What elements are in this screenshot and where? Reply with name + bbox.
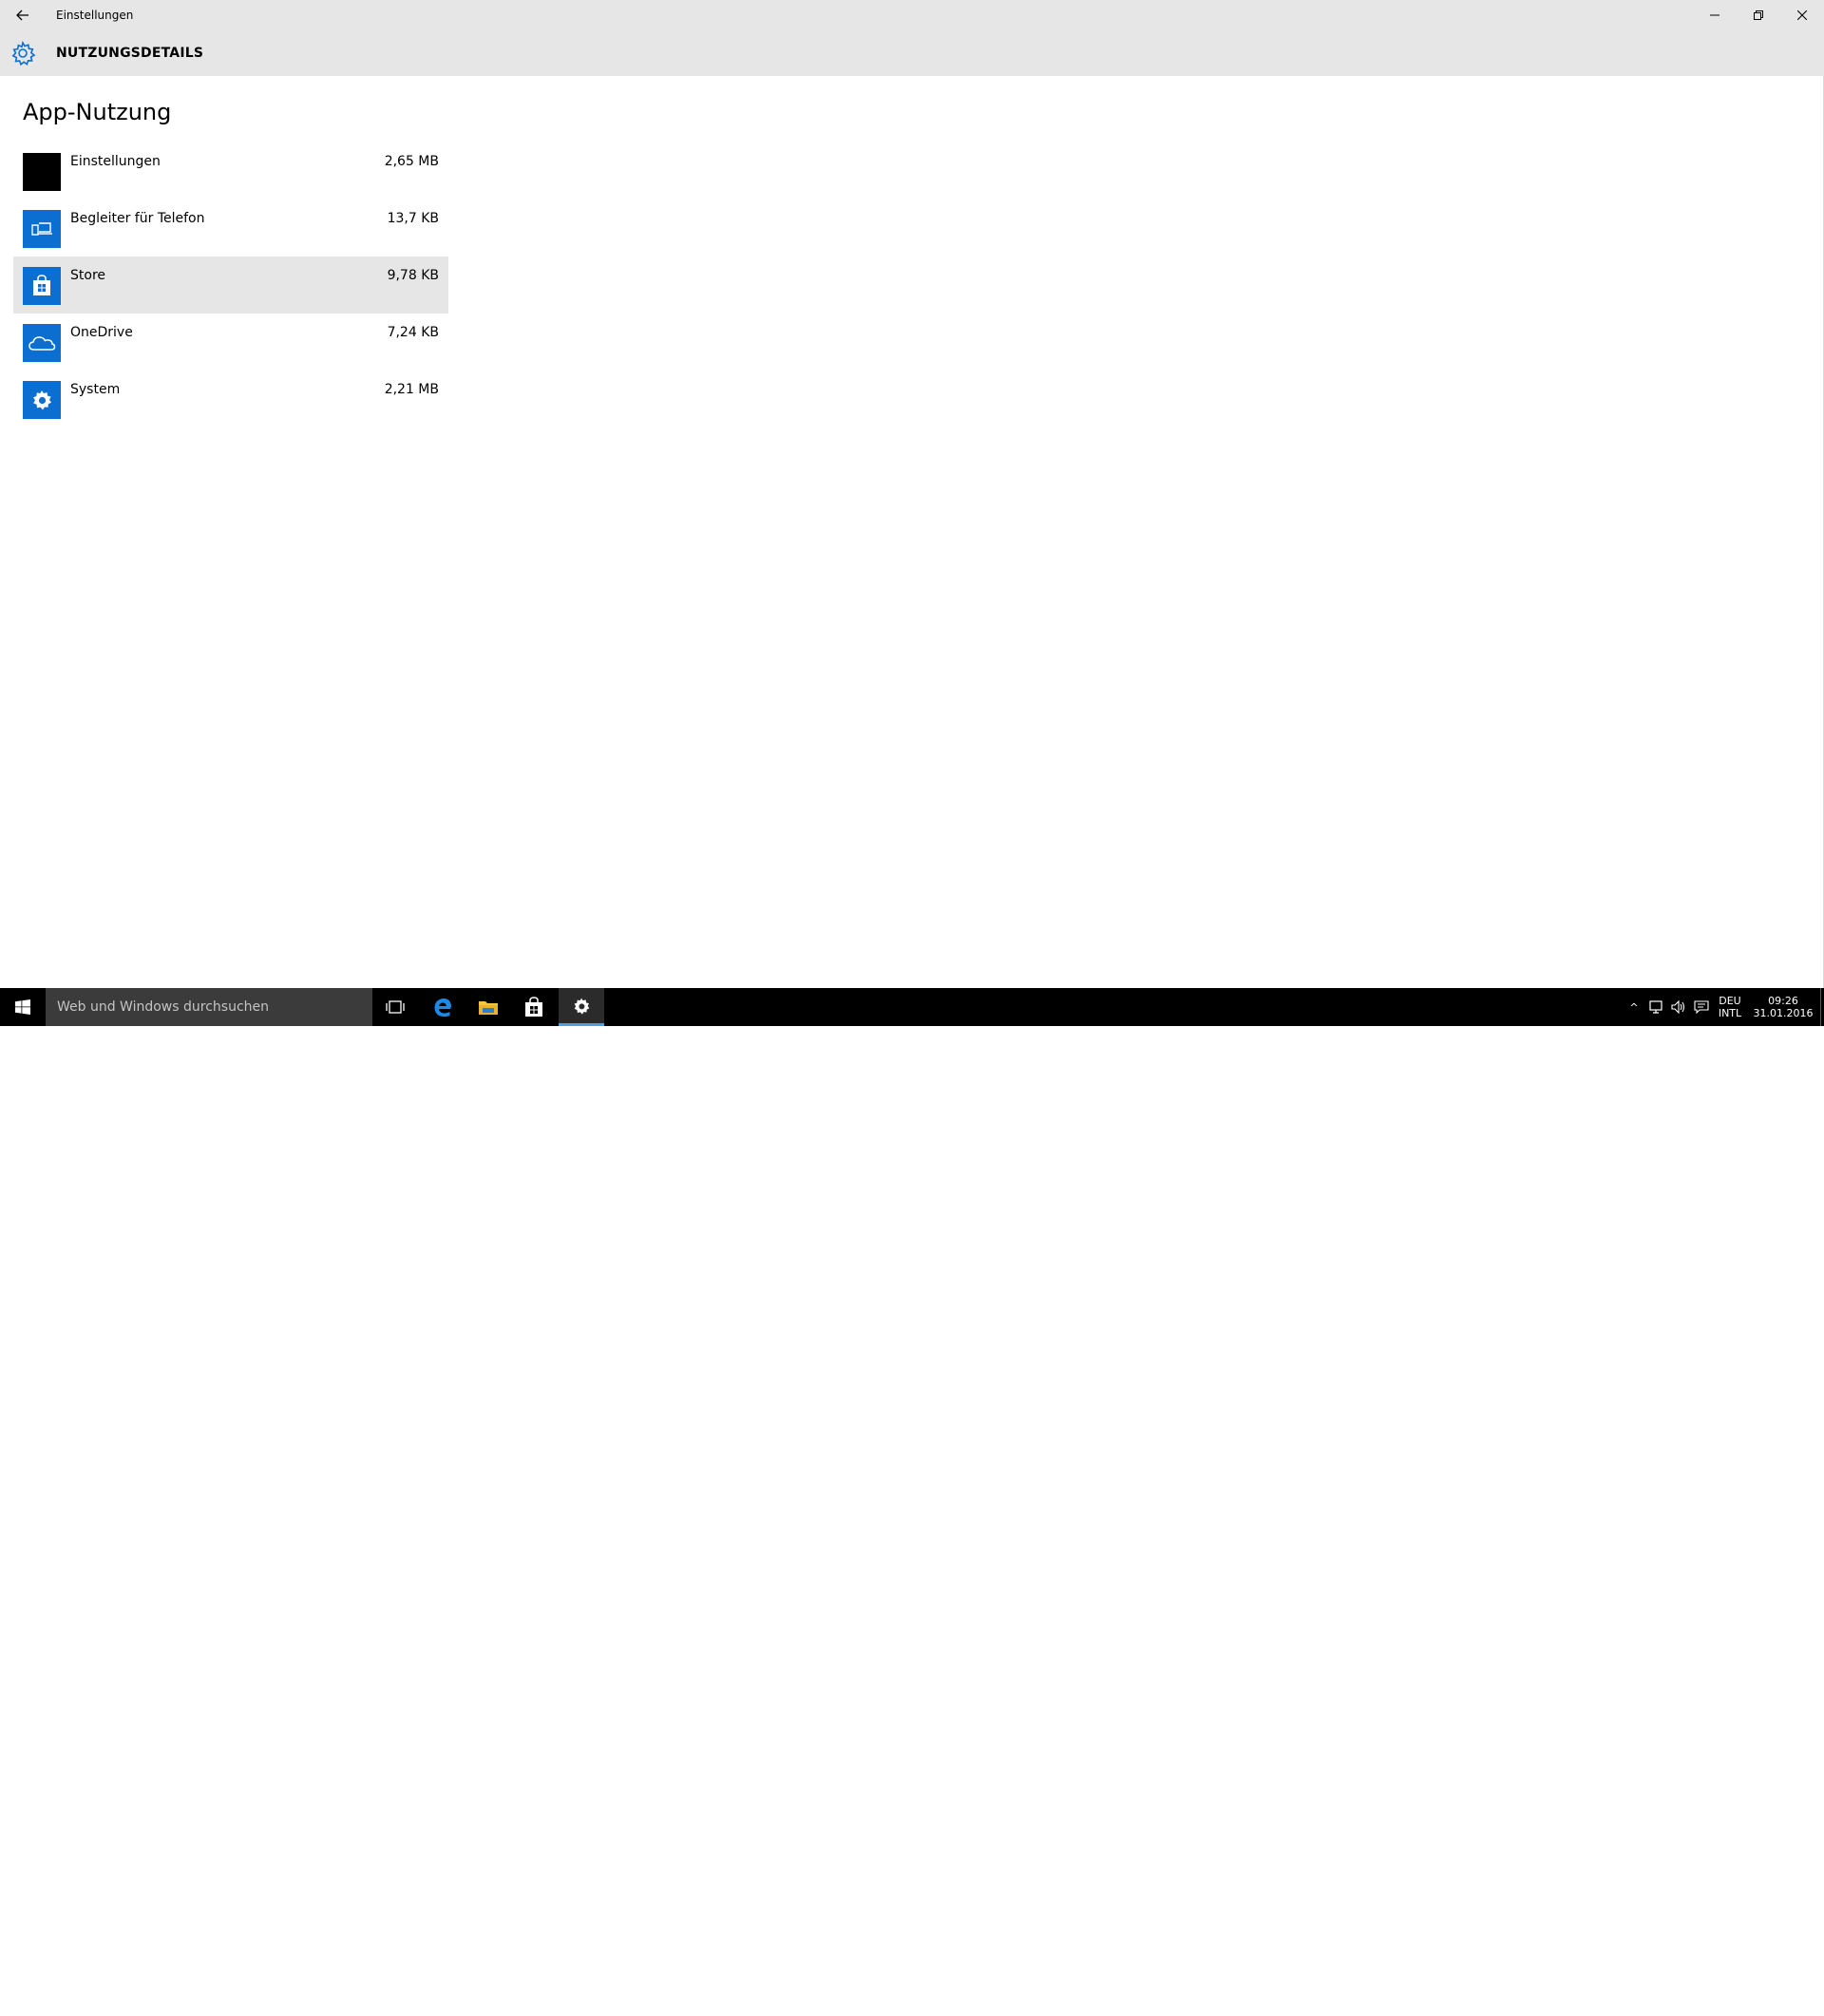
edge-icon	[434, 998, 451, 1018]
volume-button[interactable]	[1668, 988, 1689, 1026]
onedrive-cloud-icon	[23, 324, 61, 362]
language-button[interactable]: DEU INTL	[1716, 988, 1744, 1026]
search-placeholder: Web und Windows durchsuchen	[57, 999, 270, 1015]
app-name: Store	[70, 268, 106, 283]
page-title: NUTZUNGSDETAILS	[56, 46, 204, 61]
app-row-begleiter[interactable]: Begleiter für Telefon 13,7 KB	[13, 200, 448, 257]
clock-button[interactable]: 09:26 31.01.2016	[1750, 988, 1816, 1026]
phone-companion-icon	[23, 210, 61, 248]
watermark: The Collection Book	[1588, 1974, 1816, 2016]
start-button[interactable]	[0, 988, 46, 1026]
settings-icon	[574, 998, 590, 1015]
clock-time: 09:26	[1768, 995, 1798, 1007]
close-icon	[1797, 10, 1807, 20]
tray-overflow-button[interactable]: ^	[1626, 988, 1642, 1026]
app-name: OneDrive	[70, 325, 133, 340]
minimize-button[interactable]	[1693, 0, 1737, 30]
windows-logo-icon	[15, 999, 30, 1015]
task-view-button[interactable]	[372, 988, 418, 1026]
title-bar: Einstellungen	[0, 0, 1824, 30]
action-center-button[interactable]	[1691, 988, 1712, 1026]
window-title: Einstellungen	[56, 9, 134, 22]
settings-app-icon	[23, 153, 61, 191]
app-row-onedrive[interactable]: OneDrive 7,24 KB	[13, 314, 448, 371]
language-code: DEU	[1719, 995, 1741, 1007]
app-size: 13,7 KB	[387, 211, 439, 226]
app-size: 2,65 MB	[384, 154, 439, 169]
back-arrow-icon	[16, 10, 28, 21]
system-gear-icon	[23, 381, 61, 419]
store-icon	[525, 997, 542, 1017]
page-header: NUTZUNGSDETAILS	[0, 30, 1824, 76]
keyboard-layout: INTL	[1718, 1007, 1742, 1019]
restore-button[interactable]	[1737, 0, 1780, 30]
edge-button[interactable]	[420, 988, 466, 1026]
show-desktop-button[interactable]	[1820, 988, 1824, 1026]
store-button[interactable]	[511, 988, 557, 1026]
book-logo-icon	[1589, 1982, 1637, 2011]
network-button[interactable]	[1645, 988, 1666, 1026]
search-input[interactable]: Web und Windows durchsuchen	[46, 988, 372, 1026]
gear-icon	[11, 40, 36, 67]
app-size: 9,78 KB	[387, 268, 439, 283]
clock-date: 31.01.2016	[1753, 1007, 1814, 1019]
app-row-store[interactable]: Store 9,78 KB	[13, 257, 448, 314]
chevron-up-icon: ^	[1629, 1000, 1639, 1014]
app-size: 7,24 KB	[387, 325, 439, 340]
app-name: System	[70, 382, 121, 397]
app-size: 2,21 MB	[384, 382, 439, 397]
message-icon	[1694, 1000, 1709, 1014]
minimize-icon	[1710, 14, 1720, 16]
app-row-einstellungen[interactable]: Einstellungen 2,65 MB	[13, 143, 448, 200]
app-name: Einstellungen	[70, 154, 161, 169]
taskbar: Web und Windows durchsuchen The Collecti…	[0, 988, 1824, 2016]
restore-icon	[1754, 10, 1763, 20]
file-explorer-icon	[479, 1001, 498, 1015]
task-view-icon	[386, 1000, 405, 1014]
section-title: App-Nutzung	[23, 99, 172, 125]
app-usage-list: Einstellungen 2,65 MB Begleiter für Tele…	[13, 143, 448, 428]
app-name: Begleiter für Telefon	[70, 211, 205, 226]
file-explorer-button[interactable]	[466, 988, 511, 1026]
close-button[interactable]	[1780, 0, 1824, 30]
volume-icon	[1671, 1000, 1685, 1014]
store-bag-icon	[23, 267, 61, 305]
network-icon	[1649, 1000, 1662, 1014]
app-row-system[interactable]: System 2,21 MB	[13, 371, 448, 428]
watermark-text: The Collection Book	[1644, 1974, 1778, 2016]
back-button[interactable]	[0, 0, 46, 30]
settings-taskbar-button[interactable]	[559, 988, 604, 1026]
